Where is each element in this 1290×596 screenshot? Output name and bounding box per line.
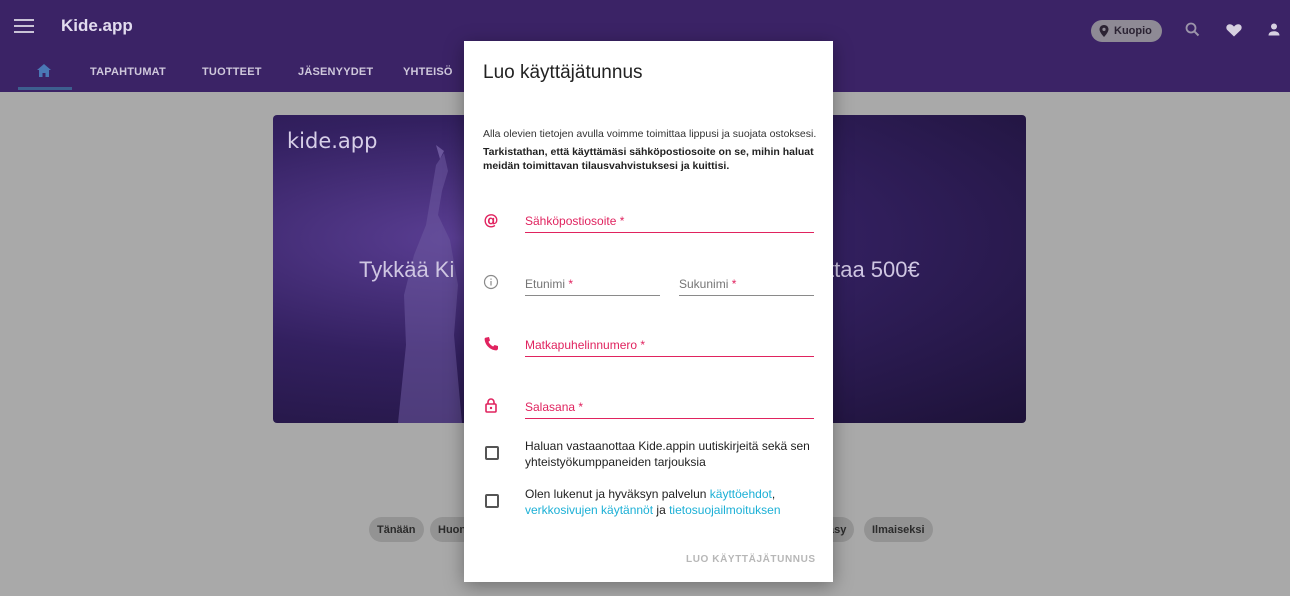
tab-jasenyydet[interactable]: JÄSENYYDET	[298, 66, 373, 78]
password-field[interactable]: Salasana *	[525, 395, 814, 419]
phone-label: Matkapuhelinnumero *	[525, 338, 646, 352]
create-account-button[interactable]: LUO KÄYTTÄJÄTUNNUS	[686, 554, 816, 565]
terms-of-use-link[interactable]: käyttöehdot	[710, 487, 772, 501]
tab-home[interactable]	[18, 52, 72, 92]
tab-tuotteet[interactable]: TUOTTEET	[202, 66, 262, 78]
first-name-label: Etunimi *	[525, 277, 574, 291]
email-label: Sähköpostiosoite *	[525, 214, 625, 228]
newsletter-checkbox[interactable]	[485, 446, 499, 460]
dialog-title: Luo käyttäjätunnus	[483, 62, 643, 83]
hero-logo: kide.app	[287, 129, 378, 153]
at-icon: @	[482, 211, 500, 229]
dialog-email-note: Tarkistathan, että käyttämäsi sähköposti…	[483, 146, 814, 172]
website-policies-link[interactable]: verkkosivujen käytännöt	[525, 503, 653, 517]
location-label: Kuopio	[1114, 25, 1152, 37]
brand-logo[interactable]: Kide.app	[61, 16, 133, 36]
first-name-field[interactable]: Etunimi *	[525, 272, 660, 296]
active-tab-indicator	[18, 87, 72, 90]
search-icon[interactable]	[1183, 20, 1203, 40]
filter-chip-today[interactable]: Tänään	[369, 517, 424, 542]
info-icon	[482, 273, 500, 291]
phone-field[interactable]: Matkapuhelinnumero *	[525, 333, 814, 357]
terms-label: Olen lukenut ja hyväksyn palvelun käyttö…	[525, 487, 781, 517]
person-icon[interactable]	[1264, 20, 1284, 40]
register-dialog: Luo käyttäjätunnus Alla olevien tietojen…	[464, 41, 833, 582]
terms-checkbox[interactable]	[485, 494, 499, 508]
last-name-field[interactable]: Sukunimi *	[679, 272, 814, 296]
home-icon	[37, 64, 51, 77]
hero-text-right: ttaa 500€	[828, 257, 920, 282]
filter-chip-free[interactable]: Ilmaiseksi	[864, 517, 933, 542]
location-pin-icon	[1099, 25, 1109, 37]
hero-text-left: Tykkää Ki	[359, 257, 455, 282]
tab-yhteiso[interactable]: YHTEISÖ	[403, 66, 453, 78]
last-name-label: Sukunimi *	[679, 277, 737, 291]
lock-icon	[482, 396, 500, 414]
tab-tapahtumat[interactable]: TAPAHTUMAT	[90, 66, 166, 78]
newsletter-label: Haluan vastaanottaa Kide.appin uutiskirj…	[525, 439, 810, 469]
dialog-intro-text: Alla olevien tietojen avulla voimme toim…	[483, 128, 817, 140]
privacy-notice-link[interactable]: tietosuojailmoituksen	[669, 503, 780, 517]
menu-icon[interactable]	[14, 16, 34, 34]
location-button[interactable]: Kuopio	[1091, 20, 1162, 42]
password-label: Salasana *	[525, 400, 584, 414]
heart-icon[interactable]	[1224, 20, 1244, 40]
svg-text:@: @	[484, 212, 499, 228]
email-field[interactable]: Sähköpostiosoite *	[525, 209, 814, 233]
phone-icon	[482, 335, 500, 353]
